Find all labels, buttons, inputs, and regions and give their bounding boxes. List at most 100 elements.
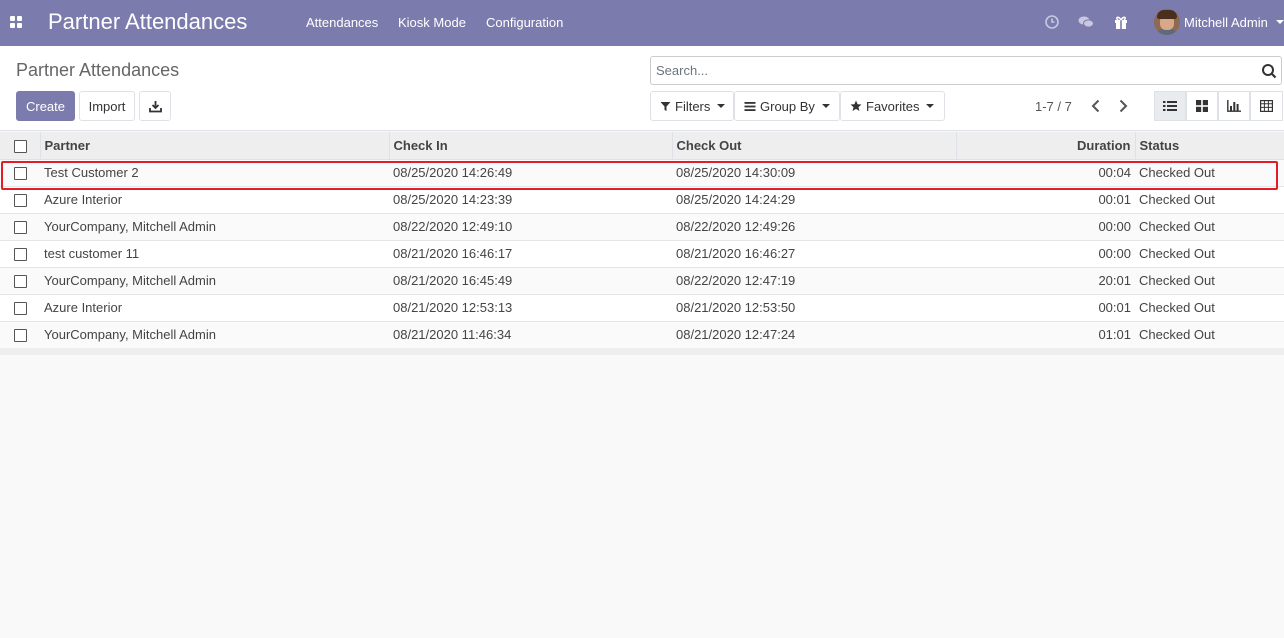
group-by-caret-icon (821, 104, 830, 108)
table-row[interactable]: test customer 11 08/21/2020 16:46:17 08/… (0, 239, 1284, 267)
status-cell: Checked Out (1135, 293, 1284, 321)
partner-cell: Test Customer 2 (40, 158, 389, 186)
favorites-dropdown[interactable]: Favorites (840, 91, 945, 121)
check-out-cell: 08/22/2020 12:47:19 (672, 266, 956, 294)
pivot-view-button[interactable] (1250, 91, 1283, 121)
check-out-cell: 08/22/2020 12:49:26 (672, 212, 956, 240)
page-title: Partner Attendances (16, 60, 180, 80)
select-all-checkbox[interactable] (14, 139, 27, 153)
table-header-row: Partner Check In Check Out Duration Stat… (0, 132, 1284, 160)
duration-cell: 20:01 (956, 266, 1135, 294)
check-in-cell: 08/22/2020 12:49:10 (389, 212, 672, 240)
check-out-cell: 08/25/2020 14:30:09 (672, 158, 956, 186)
duration-cell: 00:00 (956, 212, 1135, 240)
create-button[interactable]: Create (16, 91, 75, 121)
top-navbar: Partner Attendances Attendances Kiosk Mo… (0, 0, 1284, 46)
row-checkbox[interactable] (14, 194, 27, 208)
chevron-right-icon[interactable] (1115, 98, 1131, 114)
graph-view-icon (1227, 100, 1241, 112)
row-checkbox[interactable] (14, 248, 27, 262)
partner-cell: YourCompany, Mitchell Admin (40, 212, 389, 240)
table-row[interactable]: YourCompany, Mitchell Admin 08/22/2020 1… (0, 212, 1284, 240)
check-in-cell: 08/25/2020 14:26:49 (389, 158, 672, 186)
graph-view-button[interactable] (1218, 91, 1250, 121)
check-out-cell: 08/21/2020 12:53:50 (672, 293, 956, 321)
menu-kiosk-mode[interactable]: Kiosk Mode (398, 15, 466, 30)
table-row[interactable]: Test Customer 2 08/25/2020 14:26:49 08/2… (0, 158, 1284, 186)
apps-icon[interactable] (10, 16, 22, 28)
status-cell: Checked Out (1135, 212, 1284, 240)
download-icon (148, 100, 162, 112)
app-brand[interactable]: Partner Attendances (48, 9, 247, 35)
row-checkbox[interactable] (14, 302, 27, 316)
filter-icon (660, 101, 671, 111)
filters-dropdown[interactable]: Filters (650, 91, 734, 121)
duration-cell: 00:00 (956, 239, 1135, 267)
table-footer (0, 348, 1284, 355)
check-out-cell: 08/21/2020 16:46:27 (672, 239, 956, 267)
partner-cell: Azure Interior (40, 293, 389, 321)
partner-cell: YourCompany, Mitchell Admin (40, 320, 389, 348)
status-cell: Checked Out (1135, 266, 1284, 294)
user-menu-caret-icon[interactable] (1276, 20, 1284, 24)
gift-icon[interactable] (1113, 14, 1129, 30)
check-in-cell: 08/25/2020 14:23:39 (389, 185, 672, 213)
row-checkbox[interactable] (14, 221, 27, 235)
menu-attendances[interactable]: Attendances (306, 15, 378, 30)
filters-label: Filters (675, 98, 711, 114)
row-checkbox[interactable] (14, 167, 27, 181)
table-row[interactable]: Azure Interior 08/21/2020 12:53:13 08/21… (0, 293, 1284, 321)
search-icon[interactable] (1261, 63, 1277, 79)
column-header-check-in[interactable]: Check In (388, 132, 672, 160)
check-in-cell: 08/21/2020 11:46:34 (389, 320, 672, 348)
duration-cell: 00:01 (956, 185, 1135, 213)
search-bar (650, 56, 1282, 85)
user-menu-name[interactable]: Mitchell Admin (1184, 15, 1268, 30)
search-input[interactable] (651, 57, 1251, 84)
pivot-view-icon (1260, 100, 1273, 112)
group-by-dropdown[interactable]: Group By (734, 91, 840, 121)
user-avatar[interactable] (1154, 9, 1180, 35)
chat-icon[interactable] (1078, 14, 1094, 30)
partner-cell: YourCompany, Mitchell Admin (40, 266, 389, 294)
check-out-cell: 08/25/2020 14:24:29 (672, 185, 956, 213)
duration-cell: 01:01 (956, 320, 1135, 348)
attendance-list: Partner Check In Check Out Duration Stat… (0, 132, 1284, 355)
group-by-label: Group By (760, 98, 815, 114)
attendance-table: Partner Check In Check Out Duration Stat… (0, 132, 1284, 348)
partner-cell: test customer 11 (40, 239, 389, 267)
select-all-cell (0, 132, 40, 160)
row-checkbox[interactable] (14, 329, 27, 343)
status-cell: Checked Out (1135, 239, 1284, 267)
check-out-cell: 08/21/2020 12:47:24 (672, 320, 956, 348)
clock-icon[interactable] (1045, 14, 1061, 30)
chevron-left-icon[interactable] (1088, 98, 1104, 114)
table-row[interactable]: Azure Interior 08/25/2020 14:23:39 08/25… (0, 185, 1284, 213)
partner-cell: Azure Interior (40, 185, 389, 213)
column-header-status[interactable]: Status (1134, 132, 1284, 160)
status-cell: Checked Out (1135, 185, 1284, 213)
list-view-icon (1163, 101, 1177, 111)
control-panel: Partner Attendances Create Import Filter… (0, 46, 1284, 131)
pager-value[interactable]: 1-7 / 7 (1035, 99, 1072, 114)
column-header-duration[interactable]: Duration (955, 132, 1135, 160)
kanban-view-button[interactable] (1186, 91, 1218, 121)
status-cell: Checked Out (1135, 320, 1284, 348)
star-icon (850, 100, 862, 111)
check-in-cell: 08/21/2020 12:53:13 (389, 293, 672, 321)
column-header-partner[interactable]: Partner (39, 132, 389, 160)
check-in-cell: 08/21/2020 16:45:49 (389, 266, 672, 294)
group-by-icon (744, 101, 756, 111)
row-checkbox[interactable] (14, 275, 27, 289)
export-button[interactable] (139, 91, 171, 121)
import-button[interactable]: Import (79, 91, 135, 121)
table-row[interactable]: YourCompany, Mitchell Admin 08/21/2020 1… (0, 266, 1284, 294)
menu-configuration[interactable]: Configuration (486, 15, 563, 30)
filters-caret-icon (717, 104, 726, 108)
list-view-button[interactable] (1154, 91, 1186, 121)
table-row[interactable]: YourCompany, Mitchell Admin 08/21/2020 1… (0, 320, 1284, 348)
duration-cell: 00:01 (956, 293, 1135, 321)
kanban-view-icon (1196, 100, 1208, 112)
column-header-check-out[interactable]: Check Out (671, 132, 956, 160)
favorites-caret-icon (926, 104, 935, 108)
